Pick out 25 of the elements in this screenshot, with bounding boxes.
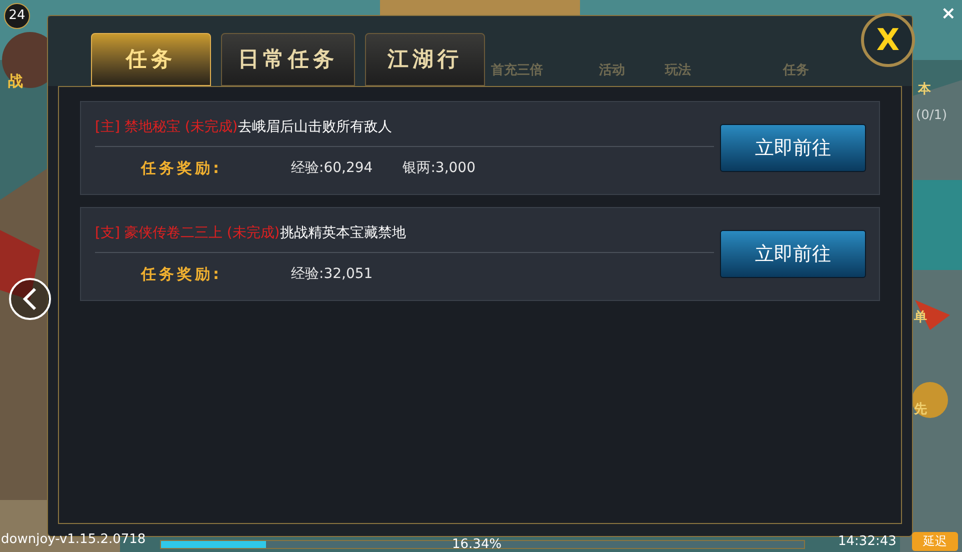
quest-title: [支] 豪侠传卷二三上 (未完成)挑战精英本宝藏禁地 [95,222,714,253]
reward-value: 经验:60,294 [291,158,373,178]
reward-label: 任务奖励: [141,264,223,285]
close-button[interactable]: × [940,4,956,24]
close-button[interactable]: X [861,13,915,67]
menu-label: 任务 [783,62,809,80]
reward-value: 银两:3,000 [402,158,476,178]
menu-label: 活动 [599,62,625,80]
go-button[interactable]: 立即前往 [720,230,866,278]
progress-reading: 16.34% [452,536,502,552]
clock-text: 14:32:43 [838,533,896,551]
power-label: 战 [8,71,23,92]
menu-label: 首充三倍 [491,62,543,80]
tab[interactable]: 任务 [91,33,211,86]
reward-label: 任务奖励: [141,158,223,179]
reward-value: 经验:32,051 [291,264,373,284]
side-label: (0/1) [916,107,948,125]
quest-title: [主] 禁地秘宝 (未完成)去峨眉后山击败所有敌人 [95,116,714,147]
tab[interactable]: 江湖行 [365,33,485,86]
go-button[interactable]: 立即前往 [720,124,866,172]
side-label: 先 [914,401,927,419]
version-text: downjoy-v1.15.2.0718 [1,531,146,549]
menu-label: 玩法 [665,62,691,80]
side-label: 本 [918,81,931,99]
tab[interactable]: 日常任务 [221,33,355,86]
